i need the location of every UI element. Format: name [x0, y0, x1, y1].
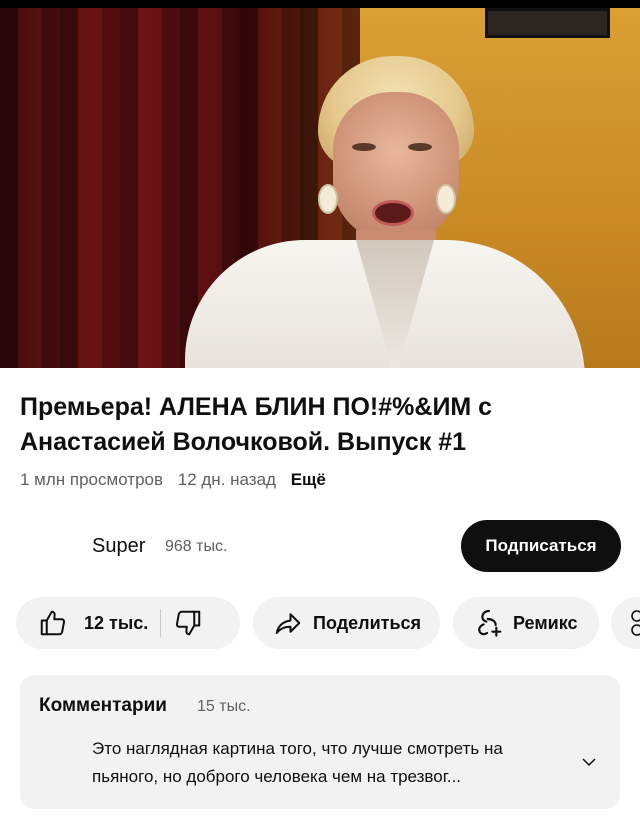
remix-button[interactable]: Ремикс: [453, 597, 599, 649]
remix-icon: [473, 607, 505, 639]
video-meta[interactable]: 1 млн просмотров 12 дн. назад Ещё: [20, 470, 336, 490]
comments-section[interactable]: Комментарии 15 тыс. Это наглядная картин…: [20, 675, 620, 809]
channel-name[interactable]: Super: [92, 535, 145, 558]
remix-label: Ремикс: [513, 612, 578, 633]
earring-right: [436, 184, 456, 214]
thumbs-up-icon[interactable]: [38, 608, 68, 638]
video-player[interactable]: [0, 8, 640, 368]
video-title: Премьера! АЛЕНА БЛИН ПО!#%&ИМ с Анастаси…: [20, 393, 493, 456]
subscriber-count: 968 тыс.: [165, 538, 228, 555]
chevron-down-icon[interactable]: [580, 755, 598, 774]
wall-frame: [485, 8, 610, 38]
like-separator: [160, 609, 162, 637]
person-mouth: [372, 200, 414, 226]
person-eye-right: [408, 143, 432, 151]
status-bar-strip: [0, 0, 640, 8]
share-label: Поделиться: [313, 612, 422, 633]
more-link[interactable]: Ещё: [291, 470, 326, 489]
comments-title: Комментарии: [39, 695, 167, 716]
top-comment-text: Это наглядная картина того, что лучше см…: [92, 739, 503, 786]
thumbs-down-icon[interactable]: [173, 608, 203, 638]
upload-age: 12 дн. назад: [177, 470, 276, 489]
subscribe-button[interactable]: Подписаться: [461, 520, 621, 572]
share-arrow-icon: [273, 608, 303, 638]
like-dislike-group: 12 тыс.: [16, 597, 240, 649]
share-button[interactable]: Поделиться: [253, 597, 440, 649]
person-eye-left: [352, 143, 376, 151]
download-icon: [625, 608, 640, 638]
like-count[interactable]: 12 тыс.: [84, 613, 148, 634]
comments-count: 15 тыс.: [197, 698, 251, 715]
earring-left: [318, 184, 338, 214]
view-count: 1 млн просмотров: [20, 470, 164, 489]
more-actions-button[interactable]: [611, 597, 640, 649]
